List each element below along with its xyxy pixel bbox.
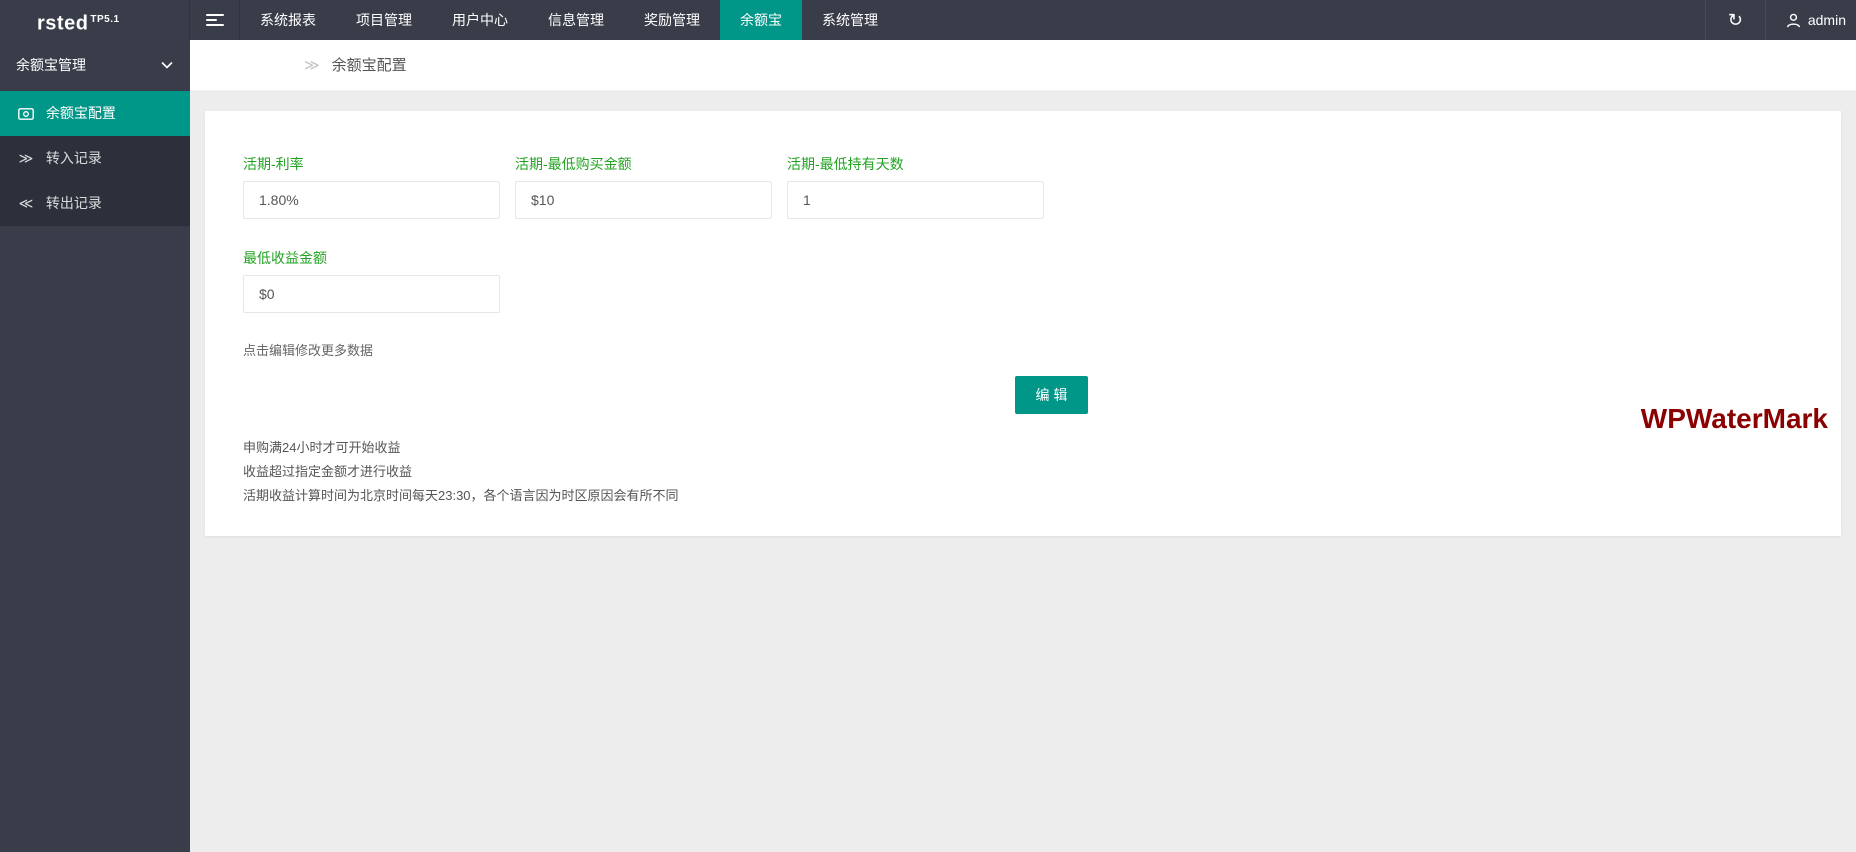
nav-item-reports[interactable]: 系统报表	[240, 0, 336, 40]
sidebar-item-label: 转入记录	[45, 150, 102, 166]
sidebar-item-label: 余额宝配置	[45, 105, 116, 121]
sidebar-group-yuebao[interactable]: 余额宝管理	[0, 40, 190, 91]
breadcrumb-current: 余额宝配置	[331, 57, 407, 74]
sidebar-item-transfer-out[interactable]: ≪ 转出记录	[0, 181, 190, 226]
sidebar: 余额宝管理 余额宝配置 ≫ 转入记录 ≪ 转出记录	[0, 40, 190, 852]
double-left-icon: ≪	[18, 195, 34, 211]
sidebar-toggle-icon[interactable]	[190, 0, 240, 40]
nav-item-info[interactable]: 信息管理	[528, 0, 624, 40]
money-icon	[16, 91, 36, 136]
topbar: rsted TP5.1 系统报表 项目管理 用户中心 信息管理 奖励管理 余额宝 …	[0, 0, 1856, 40]
edit-button[interactable]: 编 辑	[1015, 376, 1088, 414]
config-card: 活期-利率 活期-最低购买金额 活期-最低持有天数 最低收益金额 点击编辑修改更…	[205, 111, 1841, 536]
app-logo-version: TP5.1	[90, 14, 120, 25]
nav-item-users[interactable]: 用户中心	[432, 0, 528, 40]
nav-item-yuebao[interactable]: 余额宝	[720, 0, 802, 40]
sidebar-item-label: 转出记录	[45, 195, 102, 211]
field-min-profit-input[interactable]	[243, 275, 500, 313]
note-line: 活期收益计算时间为北京时间每天23:30，各个语言因为时区原因会有所不同	[243, 488, 679, 503]
field-min-profit-label: 最低收益金额	[243, 250, 327, 266]
field-min-buy-input[interactable]	[515, 181, 772, 219]
double-right-icon: ≫	[18, 150, 34, 166]
refresh-icon: ↻	[1727, 10, 1743, 30]
top-nav: 系统报表 项目管理 用户中心 信息管理 奖励管理 余额宝 系统管理	[240, 0, 898, 40]
refresh-button[interactable]: ↻	[1704, 0, 1765, 40]
field-rate-label: 活期-利率	[243, 156, 304, 172]
sidebar-submenu: 余额宝配置 ≫ 转入记录 ≪ 转出记录	[0, 91, 190, 226]
main-content: ≫ 余额宝配置 活期-利率 活期-最低购买金额 活期-最低持有天数 最低收益金额	[190, 40, 1856, 852]
nav-item-system[interactable]: 系统管理	[802, 0, 898, 40]
chevron-down-icon	[161, 61, 173, 69]
field-rate-input[interactable]	[243, 181, 500, 219]
field-min-days-label: 活期-最低持有天数	[787, 156, 904, 172]
breadcrumb: ≫ 余额宝配置	[190, 40, 1856, 91]
note-line: 收益超过指定金额才进行收益	[243, 464, 413, 479]
nav-item-rewards[interactable]: 奖励管理	[624, 0, 720, 40]
app-logo[interactable]: rsted TP5.1	[0, 0, 190, 40]
notes-block: 申购满24小时才可开始收益 收益超过指定金额才进行收益 活期收益计算时间为北京时…	[243, 436, 1801, 508]
field-min-days-input[interactable]	[787, 181, 1044, 219]
topbar-right: ↻ admin	[1704, 0, 1856, 40]
field-min-profit: 最低收益金额	[243, 248, 500, 313]
sidebar-item-transfer-in[interactable]: ≫ 转入记录	[0, 136, 190, 181]
sidebar-group-label: 余额宝管理	[16, 57, 86, 73]
user-icon	[1786, 13, 1800, 27]
field-rate: 活期-利率	[243, 154, 500, 219]
breadcrumb-separator-icon: ≫	[304, 57, 320, 74]
nav-item-projects[interactable]: 项目管理	[336, 0, 432, 40]
edit-hint-text: 点击编辑修改更多数据	[243, 343, 374, 358]
user-menu[interactable]: admin	[1764, 0, 1856, 40]
watermark-text: WPWaterMark	[1640, 403, 1828, 434]
field-min-buy: 活期-最低购买金额	[515, 154, 772, 219]
field-min-buy-label: 活期-最低购买金额	[515, 156, 632, 172]
sidebar-item-yuebao-config[interactable]: 余额宝配置	[0, 91, 190, 136]
app-logo-text: rsted	[37, 12, 89, 35]
form-row-2: 最低收益金额	[243, 248, 1801, 313]
field-min-days: 活期-最低持有天数	[787, 154, 1044, 219]
user-name: admin	[1807, 12, 1846, 28]
note-line: 申购满24小时才可开始收益	[243, 440, 401, 455]
form-row-1: 活期-利率 活期-最低购买金额 活期-最低持有天数	[243, 154, 1801, 219]
